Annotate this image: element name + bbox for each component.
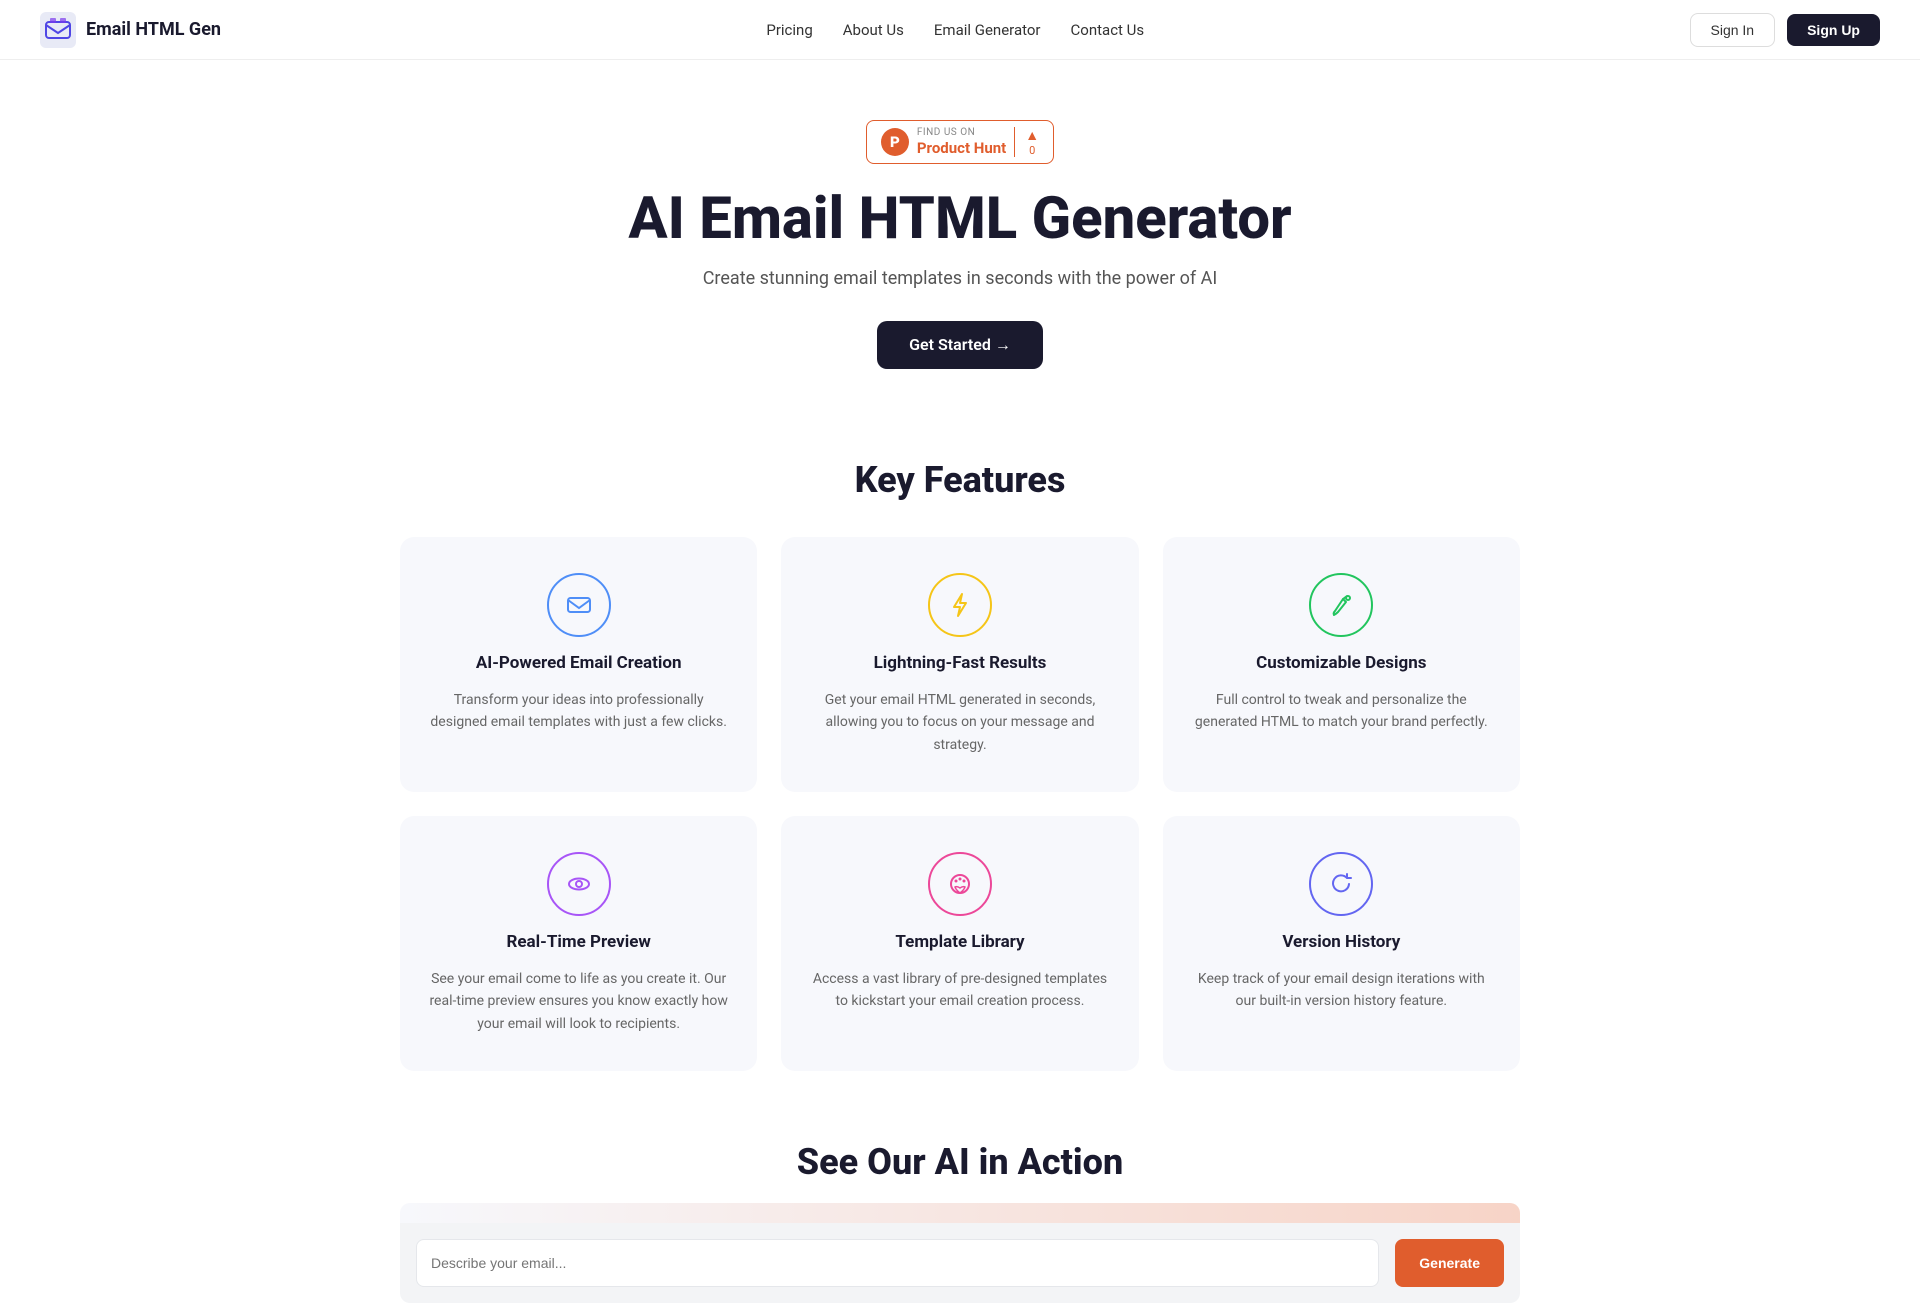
- brush-icon: [1309, 573, 1373, 637]
- feature-card-customizable: Customizable Designs Full control to twe…: [1163, 537, 1520, 792]
- hero-section: P FIND US ON Product Hunt ▲ 0 AI Email H…: [0, 60, 1920, 409]
- nav-email-generator[interactable]: Email Generator: [934, 21, 1041, 39]
- feature-realtime-title: Real-Time Preview: [506, 932, 650, 952]
- signin-button[interactable]: Sign In: [1690, 13, 1776, 47]
- feature-customizable-desc: Full control to tweak and personalize th…: [1191, 689, 1492, 734]
- feature-ai-powered-desc: Transform your ideas into professionally…: [428, 689, 729, 734]
- ai-demo-section: See Our AI in Action Generate: [0, 1121, 1920, 1303]
- signup-button[interactable]: Sign Up: [1787, 14, 1880, 46]
- eye-icon: [547, 852, 611, 916]
- feature-card-version: Version History Keep track of your email…: [1163, 816, 1520, 1071]
- product-hunt-icon: P: [881, 128, 909, 156]
- ai-demo-top-bar: [400, 1203, 1520, 1223]
- feature-card-template: Template Library Access a vast library o…: [781, 816, 1138, 1071]
- brand-logo-icon: [40, 12, 76, 48]
- nav-actions: Sign In Sign Up: [1690, 13, 1880, 47]
- hero-subtitle: Create stunning email templates in secon…: [20, 268, 1900, 289]
- feature-version-title: Version History: [1282, 932, 1400, 952]
- ai-prompt-input[interactable]: [416, 1239, 1379, 1287]
- features-grid: AI-Powered Email Creation Transform your…: [400, 537, 1520, 1071]
- upvote-count: 0: [1029, 144, 1035, 157]
- feature-template-desc: Access a vast library of pre-designed te…: [809, 968, 1110, 1013]
- feature-lightning-desc: Get your email HTML generated in seconds…: [809, 689, 1110, 756]
- nav-contact[interactable]: Contact Us: [1071, 21, 1145, 39]
- upvote-arrow: ▲: [1025, 127, 1039, 144]
- ai-demo-wrapper: Generate: [360, 1203, 1560, 1303]
- features-section: Key Features AI-Powered Email Creation T…: [360, 409, 1560, 1121]
- product-hunt-upvote: ▲ 0: [1014, 127, 1039, 157]
- hero-title: AI Email HTML Generator: [20, 188, 1900, 252]
- feature-version-desc: Keep track of your email design iteratio…: [1191, 968, 1492, 1013]
- feature-card-lightning: Lightning-Fast Results Get your email HT…: [781, 537, 1138, 792]
- ai-demo-title: See Our AI in Action: [0, 1121, 1920, 1203]
- feature-template-title: Template Library: [895, 932, 1024, 952]
- features-title: Key Features: [400, 459, 1520, 501]
- feature-card-realtime: Real-Time Preview See your email come to…: [400, 816, 757, 1071]
- navbar: Email HTML Gen Pricing About Us Email Ge…: [0, 0, 1920, 60]
- get-started-button[interactable]: Get Started →: [877, 321, 1043, 369]
- feature-realtime-desc: See your email come to life as you creat…: [428, 968, 729, 1035]
- lightning-icon: [928, 573, 992, 637]
- palette-icon: [928, 852, 992, 916]
- feature-ai-powered-title: AI-Powered Email Creation: [476, 653, 682, 673]
- brand-name: Email HTML Gen: [86, 19, 221, 40]
- product-hunt-text: FIND US ON Product Hunt: [917, 127, 1006, 157]
- ai-demo-inner: Generate: [400, 1223, 1520, 1303]
- nav-pricing[interactable]: Pricing: [766, 21, 812, 39]
- product-hunt-badge[interactable]: P FIND US ON Product Hunt ▲ 0: [866, 120, 1054, 164]
- product-hunt-name: Product Hunt: [917, 139, 1006, 157]
- mail-icon: [547, 573, 611, 637]
- nav-about[interactable]: About Us: [843, 21, 904, 39]
- product-hunt-find-label: FIND US ON: [917, 127, 975, 139]
- ai-generate-button[interactable]: Generate: [1395, 1239, 1504, 1287]
- brand-logo[interactable]: Email HTML Gen: [40, 12, 221, 48]
- refresh-icon: [1309, 852, 1373, 916]
- nav-links: Pricing About Us Email Generator Contact…: [766, 20, 1144, 39]
- feature-lightning-title: Lightning-Fast Results: [874, 653, 1047, 673]
- feature-card-ai-powered: AI-Powered Email Creation Transform your…: [400, 537, 757, 792]
- feature-customizable-title: Customizable Designs: [1256, 653, 1426, 673]
